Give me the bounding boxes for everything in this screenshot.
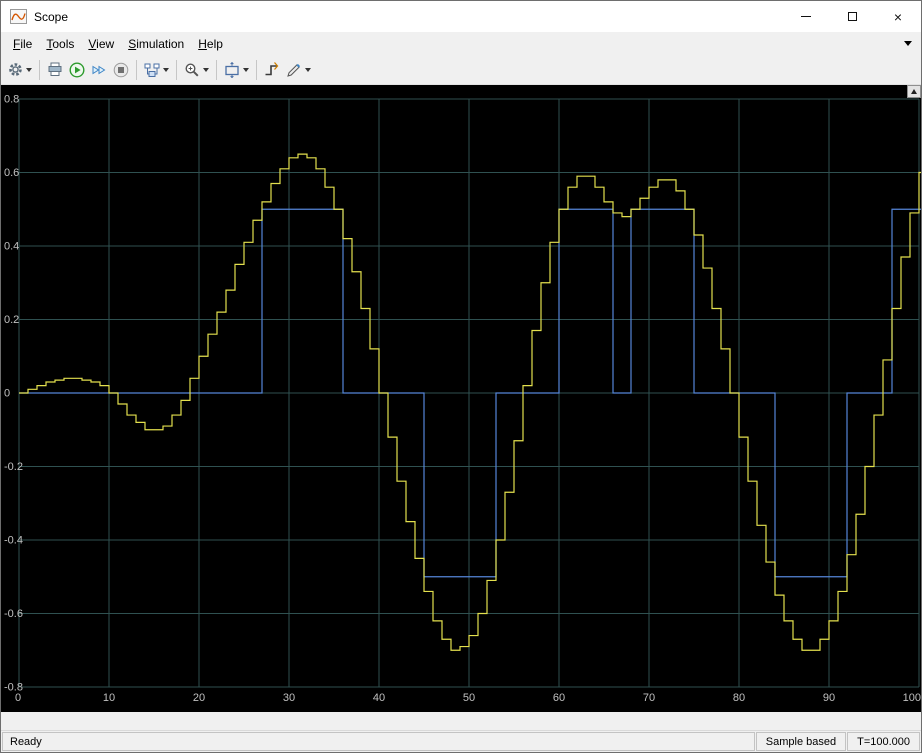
- menu-help[interactable]: Help: [191, 34, 230, 54]
- menu-tools[interactable]: Tools: [39, 34, 81, 54]
- y-tick-label: 0: [4, 388, 10, 400]
- menu-simulation[interactable]: Simulation: [121, 34, 191, 54]
- menubar-overflow-icon[interactable]: [904, 41, 912, 46]
- status-message: Ready: [2, 732, 755, 751]
- toolbar-separator: [176, 60, 177, 80]
- maximize-button[interactable]: [829, 1, 875, 32]
- scope-window: Scope × File Tools View Simulation Help: [0, 0, 922, 753]
- menu-view[interactable]: View: [81, 34, 121, 54]
- maximize-axes-button[interactable]: [907, 85, 921, 98]
- x-tick-label: 50: [463, 692, 475, 704]
- y-tick-label: -0.2: [4, 461, 23, 473]
- highlight-simulink-block-button[interactable]: [141, 58, 172, 82]
- highlight-block-dropdown-icon[interactable]: [163, 68, 169, 72]
- stop-icon: [113, 62, 129, 78]
- print-button[interactable]: [44, 58, 66, 82]
- zoom-button[interactable]: [181, 58, 212, 82]
- run-icon: [69, 62, 85, 78]
- step-forward-icon: [91, 62, 107, 78]
- stop-button[interactable]: [110, 58, 132, 82]
- toolbar-separator: [216, 60, 217, 80]
- y-tick-label: -0.8: [4, 682, 23, 694]
- y-tick-label: 0.6: [4, 167, 19, 179]
- measurements-button[interactable]: [283, 58, 314, 82]
- maximize-icon: [848, 12, 857, 21]
- x-tick-label: 20: [193, 692, 205, 704]
- measurements-dropdown-icon[interactable]: [305, 68, 311, 72]
- window-title: Scope: [34, 10, 68, 24]
- toolbar-separator: [39, 60, 40, 80]
- x-tick-label: 30: [283, 692, 295, 704]
- y-tick-label: -0.6: [4, 608, 23, 620]
- close-button[interactable]: ×: [875, 1, 921, 32]
- settings-button[interactable]: [5, 58, 35, 82]
- sim-time-text: T=100.000: [857, 736, 910, 748]
- plot-area: 0 10 20 30 40 50 60 70 80 90 100 0.8 0.6 0.4 0.2 0 -0.2 -…: [1, 85, 921, 730]
- run-button[interactable]: [66, 58, 88, 82]
- minimize-icon: [801, 16, 811, 17]
- step-forward-button[interactable]: [88, 58, 110, 82]
- scope-chart: 0 10 20 30 40 50 60 70 80 90 100 0.8 0.6 0.4 0.2 0 -0.2 -…: [1, 85, 921, 712]
- maximize-axes-icon: [911, 89, 917, 94]
- minimize-button[interactable]: [783, 1, 829, 32]
- close-icon: ×: [894, 9, 902, 25]
- trigger-button[interactable]: [261, 58, 283, 82]
- brush-icon: [286, 62, 302, 78]
- status-sim-time: T=100.000: [847, 732, 920, 751]
- y-tick-label: 0.4: [4, 241, 19, 253]
- y-tick-label: 0.8: [4, 94, 19, 106]
- menu-file[interactable]: File: [6, 34, 39, 54]
- fit-to-view-button[interactable]: [221, 58, 252, 82]
- toolbar: [1, 55, 921, 85]
- x-tick-label: 40: [373, 692, 385, 704]
- x-tick-label: 0: [15, 692, 21, 704]
- status-bar: Ready Sample based T=100.000: [1, 730, 921, 752]
- sample-mode-text: Sample based: [766, 736, 836, 748]
- y-tick-label: -0.4: [4, 535, 23, 547]
- y-tick-label: 0.2: [4, 314, 19, 326]
- toolbar-separator: [256, 60, 257, 80]
- printer-icon: [47, 62, 63, 77]
- zoom-dropdown-icon[interactable]: [203, 68, 209, 72]
- fit-view-icon: [224, 62, 240, 78]
- x-tick-label: 80: [733, 692, 745, 704]
- fit-view-dropdown-icon[interactable]: [243, 68, 249, 72]
- menu-bar: File Tools View Simulation Help: [1, 32, 921, 55]
- x-tick-label: 100: [903, 692, 921, 704]
- gear-icon: [8, 62, 23, 77]
- status-text: Ready: [10, 736, 42, 748]
- window-controls: ×: [783, 1, 921, 32]
- title-bar: Scope ×: [1, 1, 921, 32]
- series-signal-1-yellow: [19, 154, 921, 650]
- x-tick-label: 90: [823, 692, 835, 704]
- toolbar-separator: [136, 60, 137, 80]
- x-tick-label: 70: [643, 692, 655, 704]
- status-sample-mode: Sample based: [756, 732, 846, 751]
- blocks-icon: [144, 62, 160, 78]
- magnifier-icon: [184, 62, 200, 78]
- x-tick-label: 10: [103, 692, 115, 704]
- x-tick-label: 60: [553, 692, 565, 704]
- scope-plot-canvas[interactable]: 0 10 20 30 40 50 60 70 80 90 100 0.8 0.6 0.4 0.2 0 -0.2 -…: [1, 85, 921, 712]
- settings-dropdown-icon[interactable]: [26, 68, 32, 72]
- trigger-icon: [264, 62, 280, 78]
- scope-app-icon: [10, 9, 27, 24]
